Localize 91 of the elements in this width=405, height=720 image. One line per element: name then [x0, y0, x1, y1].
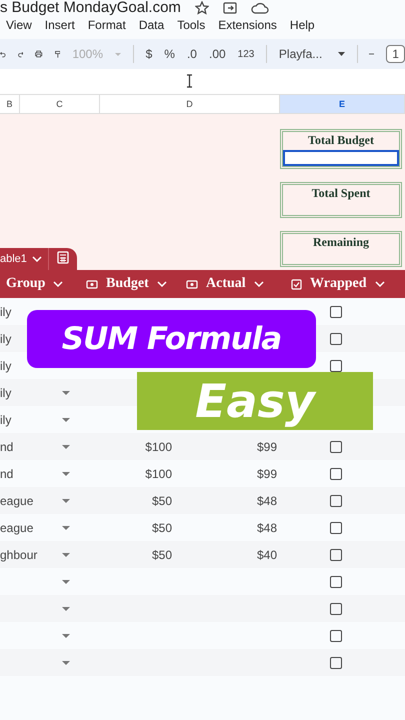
menu-item[interactable]: Extensions: [218, 18, 277, 32]
table-cell: ily: [0, 412, 12, 426]
title-banner: SUM Formula: [27, 310, 316, 368]
table-cell: nd: [0, 466, 14, 480]
menu-item[interactable]: Data: [138, 18, 164, 32]
summary-label: Total Spent: [310, 185, 372, 201]
table-cell: $100: [145, 466, 172, 480]
currency-format-button[interactable]: $: [146, 47, 152, 61]
checkbox[interactable]: [330, 548, 342, 560]
dropdown-arrow-icon[interactable]: [62, 634, 70, 638]
minus-icon[interactable]: [369, 53, 374, 55]
title-banner: Easy: [137, 372, 373, 430]
column-title: Wrapped: [310, 276, 367, 292]
table-cell: $50: [152, 548, 172, 562]
checkbox[interactable]: [330, 468, 342, 480]
menu-item[interactable]: Insert: [44, 18, 75, 32]
text-cursor-icon: [186, 74, 193, 88]
column-menu-chevron-icon: [156, 281, 167, 287]
table-cell: $100: [145, 440, 172, 454]
dropdown-arrow-icon[interactable]: [62, 390, 70, 394]
table-cell: $40: [256, 548, 277, 562]
column-menu-chevron-icon: [374, 281, 385, 287]
dropdown-arrow-icon[interactable]: [62, 526, 70, 530]
dropdown-arrow-icon[interactable]: [62, 472, 70, 476]
table-cell: ghbour: [0, 548, 38, 562]
column-menu-chevron-icon: [53, 281, 64, 287]
font-size-field[interactable]: 1: [386, 45, 405, 63]
table-cell: ily: [0, 358, 12, 372]
column-menu-chevron-icon: [254, 281, 264, 287]
percent-format-button[interactable]: %: [164, 47, 175, 61]
move-to-folder-icon[interactable]: [222, 2, 237, 14]
font-dropdown[interactable]: Playfa...: [278, 47, 345, 61]
table-cell: ily: [0, 304, 12, 318]
table-tab[interactable]: able1: [0, 248, 77, 270]
cloud-icon[interactable]: [250, 2, 269, 14]
table-cell: $50: [152, 494, 172, 508]
checkbox[interactable]: [330, 494, 342, 506]
checkbox[interactable]: [330, 630, 342, 642]
selected-cell[interactable]: [283, 150, 399, 166]
dropdown-arrow-icon[interactable]: [62, 498, 70, 502]
dropdown-arrow-icon[interactable]: [62, 660, 70, 664]
table-cell: $99: [256, 466, 277, 480]
column-title: Actual: [206, 276, 246, 292]
menu-item[interactable]: View: [6, 18, 32, 32]
chevron-icon: [32, 256, 42, 262]
menu-item[interactable]: Format: [88, 18, 126, 32]
dropdown-arrow-icon: [115, 52, 122, 56]
dropdown-arrow-icon: [338, 52, 345, 56]
redo-icon[interactable]: [18, 49, 24, 59]
table-name: able1: [0, 253, 27, 265]
checkbox[interactable]: [330, 440, 342, 452]
checkbox[interactable]: [330, 306, 342, 318]
checkbox[interactable]: [330, 332, 342, 344]
checkbox[interactable]: [330, 522, 342, 534]
checkbox[interactable]: [330, 602, 342, 614]
dropdown-arrow-icon[interactable]: [62, 606, 70, 610]
menu-item[interactable]: Help: [290, 18, 315, 32]
summary-label: Remaining: [312, 234, 370, 250]
table-cell: nd: [0, 440, 14, 454]
dropdown-arrow-icon[interactable]: [62, 418, 70, 422]
column-header[interactable]: E: [280, 95, 405, 113]
table-cell: $99: [256, 440, 277, 454]
undo-icon[interactable]: [0, 49, 6, 59]
column-title: Group: [6, 276, 46, 292]
dropdown-arrow-icon[interactable]: [62, 444, 70, 448]
table-cell: ily: [0, 332, 12, 346]
column-title: Budget: [106, 276, 149, 292]
money-icon: [186, 280, 198, 288]
menu-item[interactable]: Tools: [177, 18, 206, 32]
document-title: s Budget MondayGoal.com: [0, 0, 181, 16]
calculator-icon[interactable]: [56, 251, 69, 264]
table-cell: $48: [256, 520, 277, 534]
table-cell: eague: [0, 520, 34, 534]
checkbox[interactable]: [330, 656, 342, 668]
table-cell: $48: [256, 494, 277, 508]
table-cell: ily: [0, 386, 12, 400]
print-icon[interactable]: [35, 48, 43, 60]
table-cell: eague: [0, 494, 34, 508]
dropdown-arrow-icon[interactable]: [62, 580, 70, 584]
checkbox-icon: [291, 278, 302, 290]
dropdown-arrow-icon[interactable]: [62, 552, 70, 556]
table-cell: $50: [152, 520, 172, 534]
column-header[interactable]: B: [0, 95, 20, 113]
number-format-button[interactable]: 123: [238, 48, 254, 60]
increase-decimal-button[interactable]: .00: [208, 47, 226, 61]
checkbox[interactable]: [330, 576, 342, 588]
star-icon[interactable]: [194, 1, 209, 15]
decrease-decimal-button[interactable]: .0: [186, 47, 197, 61]
column-header[interactable]: C: [20, 95, 100, 113]
money-icon: [86, 280, 98, 288]
summary-label: Total Budget: [307, 132, 375, 148]
